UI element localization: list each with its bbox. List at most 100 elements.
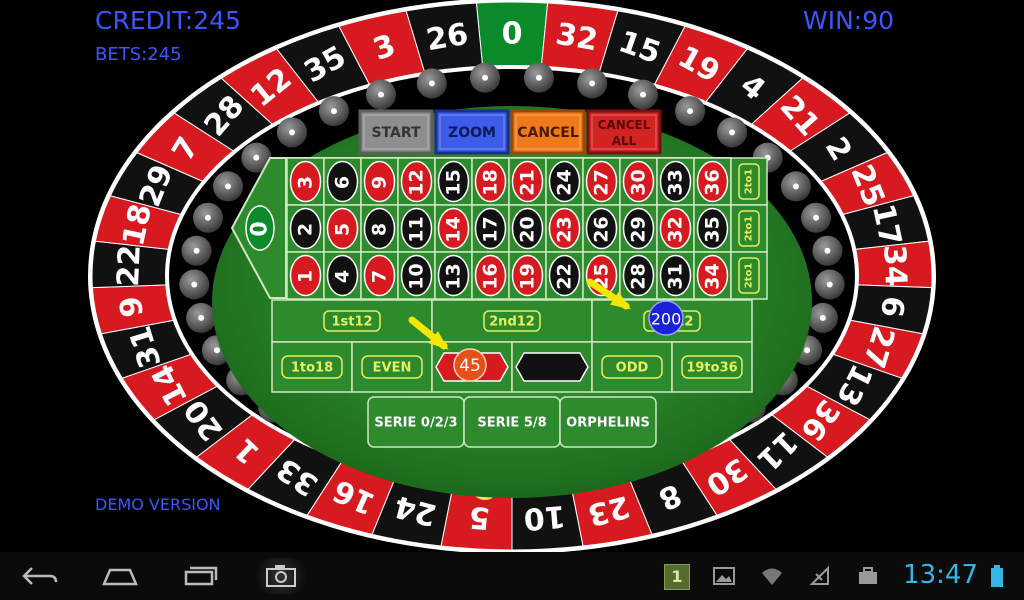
number-cell-22[interactable]: 22 [545, 251, 584, 300]
series-bet-0[interactable]: SERIE 0/2/3 [367, 396, 465, 448]
cancel-all-label-line2: ALL [612, 134, 637, 148]
signal-icon [808, 564, 832, 588]
number-label: 30 [628, 169, 650, 195]
number-cell-21[interactable]: 21 [508, 157, 547, 206]
number-cell-11[interactable]: 11 [397, 204, 436, 253]
track-pocket [717, 117, 748, 148]
track-pocket [416, 68, 447, 99]
number-cell-14[interactable]: 14 [434, 204, 473, 253]
briefcase-icon [856, 564, 880, 588]
outside-bet-label: 1to18 [291, 361, 333, 376]
number-label: 10 [406, 263, 428, 289]
roulette-game: 0 32 15 19 4 21 2 25 17 34 6 27 13 36 11 30 8 23 10 5 24 16 33… [0, 0, 1024, 552]
back-button[interactable] [12, 558, 68, 594]
number-cell-4[interactable]: 4 [323, 251, 362, 300]
number-cell-1[interactable]: 1 [286, 251, 325, 300]
number-label: 21 [517, 169, 539, 195]
wheel-number-label: 10 [522, 498, 567, 536]
number-cell-2[interactable]: 2 [286, 204, 325, 253]
outside-bet-3[interactable] [511, 341, 593, 393]
outside-bet-1[interactable]: EVEN [351, 341, 433, 393]
outside-bet-5[interactable]: 19to36 [671, 341, 753, 393]
outside-bet-0[interactable]: 1to18 [271, 341, 353, 393]
column-bet-2[interactable]: 2to1 [730, 204, 768, 253]
recent-apps-button[interactable] [172, 558, 228, 594]
recent-apps-icon [184, 566, 218, 586]
track-pocket [179, 269, 210, 300]
series-bet-1[interactable]: SERIE 5/8 [463, 396, 561, 448]
number-cell-19[interactable]: 19 [508, 251, 547, 300]
number-label: 28 [628, 263, 650, 289]
number-label: 32 [665, 216, 687, 242]
track-pocket [366, 79, 397, 110]
number-cell-9[interactable]: 9 [360, 157, 399, 206]
number-cell-20[interactable]: 20 [508, 204, 547, 253]
cancel-all-label-line1: CANCEL [598, 118, 651, 132]
home-button[interactable] [92, 558, 148, 594]
track-pocket [186, 302, 217, 333]
number-cell-8[interactable]: 8 [360, 204, 399, 253]
number-cell-33[interactable]: 33 [656, 157, 695, 206]
series-bet-2[interactable]: ORPHELINS [559, 396, 657, 448]
number-label: 13 [443, 263, 465, 289]
track-pocket [675, 96, 706, 127]
number-label: 7 [369, 270, 391, 283]
outside-bet-label: ODD [616, 361, 649, 376]
number-label: 26 [591, 216, 613, 242]
back-icon [22, 567, 58, 585]
dozen-label: 2nd12 [489, 315, 535, 330]
number-label: 36 [702, 169, 724, 195]
column-bet-1[interactable]: 2to1 [730, 251, 768, 300]
track-pocket [780, 171, 811, 202]
number-cell-12[interactable]: 12 [397, 157, 436, 206]
column-bet-3[interactable]: 2to1 [730, 157, 768, 206]
series-label: SERIE 5/8 [477, 416, 546, 431]
number-cell-5[interactable]: 5 [323, 204, 362, 253]
number-cell-15[interactable]: 15 [434, 157, 473, 206]
number-cell-18[interactable]: 18 [471, 157, 510, 206]
number-cell-26[interactable]: 26 [582, 204, 621, 253]
start-button[interactable]: START [358, 109, 434, 155]
number-cell-23[interactable]: 23 [545, 204, 584, 253]
number-cell-13[interactable]: 13 [434, 251, 473, 300]
number-cell-32[interactable]: 32 [656, 204, 695, 253]
number-cell-28[interactable]: 28 [619, 251, 658, 300]
number-cell-34[interactable]: 34 [693, 251, 732, 300]
number-cell-17[interactable]: 17 [471, 204, 510, 253]
blue-bet-chip: 200 [648, 300, 684, 336]
number-label: 9 [369, 176, 391, 189]
number-label: 33 [665, 169, 687, 195]
cancel-button[interactable]: CANCEL [510, 109, 586, 155]
number-label: 3 [295, 176, 317, 189]
number-cell-30[interactable]: 30 [619, 157, 658, 206]
home-icon [102, 568, 138, 586]
credit-display: CREDIT:245 [95, 6, 241, 35]
track-pocket [470, 62, 501, 93]
number-cell-16[interactable]: 16 [471, 251, 510, 300]
number-cell-24[interactable]: 24 [545, 157, 584, 206]
zoom-button[interactable]: ZOOM [434, 109, 510, 155]
number-label: 15 [443, 169, 465, 195]
number-label: 4 [332, 270, 354, 283]
outside-bet-4[interactable]: ODD [591, 341, 673, 393]
wheel-number-label: 26 [424, 17, 471, 59]
number-cell-7[interactable]: 7 [360, 251, 399, 300]
number-cell-29[interactable]: 29 [619, 204, 658, 253]
dozen-bet-2[interactable]: 2nd12 [431, 299, 593, 343]
cancel-all-button[interactable]: CANCEL ALL [586, 109, 662, 155]
screenshot-button[interactable] [252, 558, 310, 594]
number-cell-3[interactable]: 3 [286, 157, 325, 206]
number-cell-10[interactable]: 10 [397, 251, 436, 300]
wifi-icon [760, 564, 784, 588]
notification-badge-icon[interactable]: 1 [664, 564, 690, 590]
number-label: 5 [332, 223, 354, 236]
number-cell-36[interactable]: 36 [693, 157, 732, 206]
number-label: 34 [702, 263, 724, 289]
number-cell-35[interactable]: 35 [693, 204, 732, 253]
number-cell-31[interactable]: 31 [656, 251, 695, 300]
track-pocket [577, 68, 608, 99]
number-cell-6[interactable]: 6 [323, 157, 362, 206]
dozen-bet-1[interactable]: 1st12 [271, 299, 433, 343]
track-pocket [213, 171, 244, 202]
number-cell-27[interactable]: 27 [582, 157, 621, 206]
